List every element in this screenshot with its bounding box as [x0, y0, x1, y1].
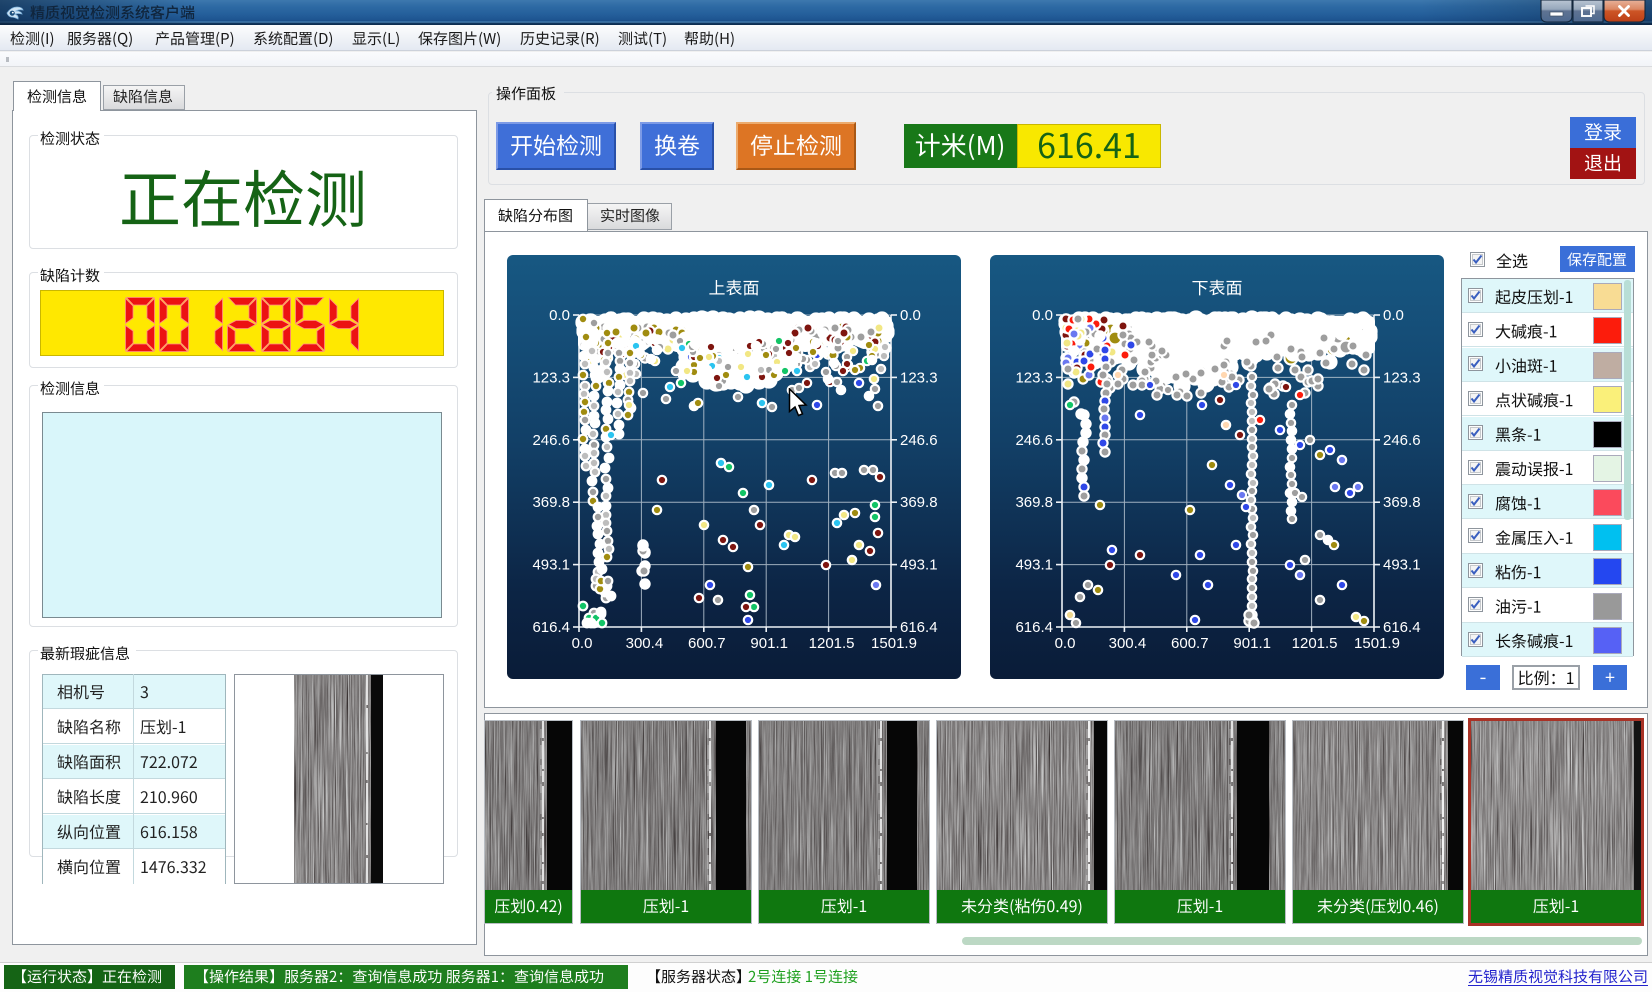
svg-text:369.8: 369.8: [532, 494, 570, 511]
svg-text:0.0: 0.0: [1032, 307, 1053, 324]
svg-text:300.4: 300.4: [626, 635, 664, 652]
svg-text:493.1: 493.1: [900, 557, 938, 574]
svg-text:1501.9: 1501.9: [1354, 635, 1400, 652]
svg-text:493.1: 493.1: [1015, 557, 1053, 574]
svg-text:901.1: 901.1: [1233, 635, 1271, 652]
svg-text:246.6: 246.6: [900, 432, 938, 449]
svg-text:123.3: 123.3: [900, 369, 938, 386]
svg-text:493.1: 493.1: [532, 557, 570, 574]
svg-text:123.3: 123.3: [532, 369, 570, 386]
svg-text:246.6: 246.6: [1383, 432, 1421, 449]
svg-text:616.4: 616.4: [532, 619, 570, 636]
svg-text:369.8: 369.8: [1015, 494, 1053, 511]
svg-text:1501.9: 1501.9: [871, 635, 917, 652]
svg-text:369.8: 369.8: [1383, 494, 1421, 511]
svg-text:616.4: 616.4: [1383, 619, 1421, 636]
svg-text:123.3: 123.3: [1383, 369, 1421, 386]
svg-text:600.7: 600.7: [1171, 635, 1209, 652]
svg-text:1201.5: 1201.5: [809, 635, 855, 652]
svg-text:901.1: 901.1: [750, 635, 788, 652]
svg-text:600.7: 600.7: [688, 635, 726, 652]
svg-text:0.0: 0.0: [1055, 635, 1076, 652]
svg-text:0.0: 0.0: [900, 307, 921, 324]
svg-text:616.4: 616.4: [1015, 619, 1053, 636]
svg-text:0.0: 0.0: [549, 307, 570, 324]
svg-text:0.0: 0.0: [1383, 307, 1404, 324]
svg-text:1201.5: 1201.5: [1292, 635, 1338, 652]
svg-text:123.3: 123.3: [1015, 369, 1053, 386]
svg-text:493.1: 493.1: [1383, 557, 1421, 574]
svg-text:369.8: 369.8: [900, 494, 938, 511]
svg-text:300.4: 300.4: [1109, 635, 1147, 652]
svg-text:0.0: 0.0: [572, 635, 593, 652]
svg-text:616.4: 616.4: [900, 619, 938, 636]
svg-text:246.6: 246.6: [532, 432, 570, 449]
svg-text:246.6: 246.6: [1015, 432, 1053, 449]
